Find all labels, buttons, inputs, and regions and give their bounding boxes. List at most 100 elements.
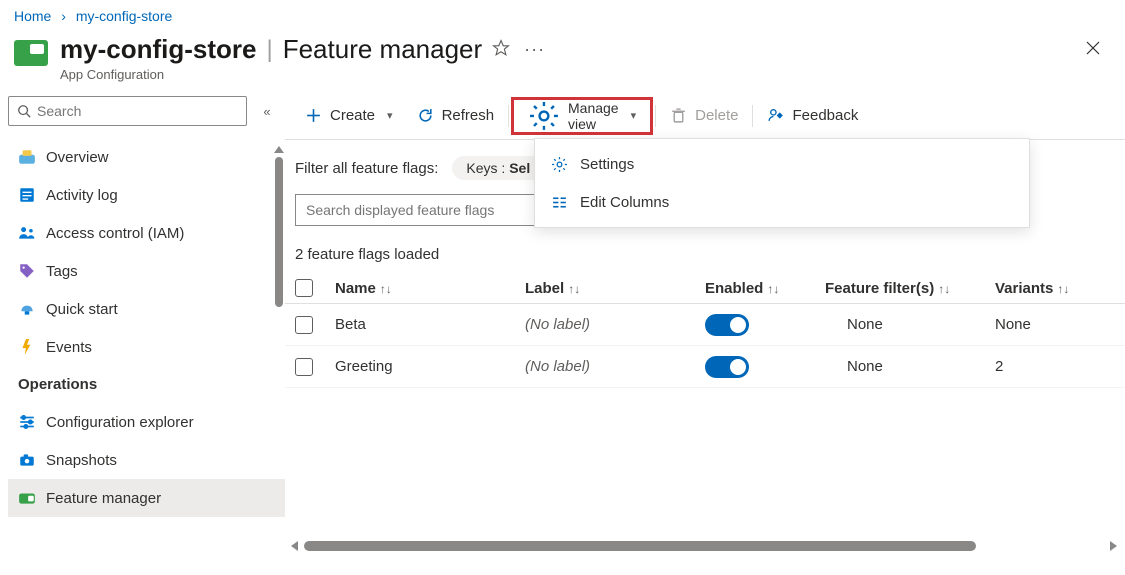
row-filters: None: [825, 358, 995, 375]
collapse-sidebar-icon[interactable]: «: [255, 104, 279, 119]
scroll-right-icon[interactable]: [1110, 541, 1117, 551]
loaded-count-text: 2 feature flags loaded: [285, 232, 1125, 273]
sidebar-item-activity-log[interactable]: Activity log: [8, 176, 285, 214]
filter-pill-key: Keys :: [466, 160, 509, 176]
sidebar-item-access-control[interactable]: Access control (IAM): [8, 214, 285, 252]
filter-pill-keys[interactable]: Keys : Sel: [452, 156, 544, 180]
dropdown-settings-label: Settings: [580, 156, 634, 173]
dropdown-item-edit-columns[interactable]: Edit Columns: [535, 183, 1029, 221]
feedback-label: Feedback: [792, 107, 858, 124]
grid-header-row: Name↑↓ Label↑↓ Enabled↑↓ Feature filter(…: [285, 273, 1125, 304]
scroll-up-icon[interactable]: [274, 146, 284, 153]
camera-icon: [18, 451, 36, 469]
favorite-star-icon[interactable]: [492, 39, 510, 60]
events-icon: [18, 338, 36, 356]
create-button[interactable]: Create ▾: [293, 98, 405, 134]
sidebar-item-label: Activity log: [46, 187, 118, 204]
sidebar-item-label: Feature manager: [46, 490, 161, 507]
main-content: Create ▾ Refresh Manage view ▾ Delete F: [285, 92, 1125, 557]
sidebar-item-overview[interactable]: Overview: [8, 138, 285, 176]
sliders-icon: [18, 413, 36, 431]
breadcrumb-current[interactable]: my-config-store: [76, 8, 172, 24]
filter-label: Filter all feature flags:: [295, 160, 438, 177]
app-configuration-icon: [14, 40, 48, 66]
sidebar-item-tags[interactable]: Tags: [8, 252, 285, 290]
sidebar: « Overview Activity log Access control (…: [0, 92, 285, 557]
chevron-down-icon: ▾: [631, 109, 637, 122]
feedback-button[interactable]: Feedback: [755, 98, 870, 134]
access-control-icon: [18, 224, 36, 242]
sidebar-search-input[interactable]: [37, 103, 238, 119]
sidebar-section-operations: Operations: [8, 366, 285, 399]
row-checkbox[interactable]: [295, 358, 313, 376]
filter-pill-value: Sel: [509, 160, 530, 176]
resource-name: my-config-store: [60, 34, 256, 65]
scrollbar-thumb[interactable]: [275, 157, 283, 307]
enabled-toggle[interactable]: [705, 314, 749, 336]
sidebar-item-label: Access control (IAM): [46, 225, 184, 242]
column-header-variants[interactable]: Variants↑↓: [995, 280, 1095, 297]
row-filters: None: [825, 316, 995, 333]
column-header-name[interactable]: Name↑↓: [335, 280, 525, 297]
grid-row[interactable]: Beta (No label) None None: [285, 304, 1125, 346]
search-icon: [17, 104, 31, 118]
sort-icon: ↑↓: [767, 282, 779, 296]
plus-icon: [305, 107, 322, 124]
column-header-filters[interactable]: Feature filter(s)↑↓: [825, 280, 995, 297]
feedback-icon: [767, 107, 784, 124]
close-panel-button[interactable]: [1075, 34, 1111, 65]
column-header-label[interactable]: Label↑↓: [525, 280, 705, 297]
refresh-label: Refresh: [442, 107, 495, 124]
breadcrumb-home[interactable]: Home: [14, 8, 51, 24]
toolbar-separator: [655, 105, 656, 127]
delete-label: Delete: [695, 107, 738, 124]
sidebar-item-config-explorer[interactable]: Configuration explorer: [8, 403, 285, 441]
select-all-checkbox[interactable]: [295, 279, 313, 297]
tags-icon: [18, 262, 36, 280]
manage-view-dropdown: Settings Edit Columns: [534, 138, 1030, 228]
activity-log-icon: [18, 186, 36, 204]
refresh-icon: [417, 107, 434, 124]
dropdown-edit-columns-label: Edit Columns: [580, 194, 669, 211]
sort-icon: ↑↓: [568, 282, 580, 296]
row-label: (No label): [525, 316, 705, 333]
sidebar-search[interactable]: [8, 96, 247, 126]
refresh-button[interactable]: Refresh: [405, 98, 507, 134]
sort-icon: ↑↓: [1057, 282, 1069, 296]
row-name: Greeting: [335, 358, 525, 375]
chevron-right-icon: ›: [61, 8, 66, 24]
row-variants: 2: [995, 358, 1095, 375]
dropdown-item-settings[interactable]: Settings: [535, 145, 1029, 183]
sort-icon: ↑↓: [938, 282, 950, 296]
sidebar-item-quick-start[interactable]: Quick start: [8, 290, 285, 328]
grid-row[interactable]: Greeting (No label) None 2: [285, 346, 1125, 388]
title-separator: |: [266, 36, 272, 64]
sort-icon: ↑↓: [380, 282, 392, 296]
manage-view-label: Manage view: [568, 100, 619, 132]
column-header-enabled[interactable]: Enabled↑↓: [705, 280, 825, 297]
sidebar-item-feature-manager[interactable]: Feature manager: [8, 479, 285, 517]
overview-icon: [18, 148, 36, 166]
horizontal-scrollbar[interactable]: [285, 539, 1119, 553]
row-checkbox[interactable]: [295, 316, 313, 334]
sidebar-item-label: Events: [46, 339, 92, 356]
manage-view-button[interactable]: Manage view ▾: [511, 97, 653, 135]
scroll-left-icon[interactable]: [291, 541, 298, 551]
row-variants: None: [995, 316, 1095, 333]
enabled-toggle[interactable]: [705, 356, 749, 378]
sidebar-item-snapshots[interactable]: Snapshots: [8, 441, 285, 479]
sidebar-item-events[interactable]: Events: [8, 328, 285, 366]
scrollbar-thumb[interactable]: [304, 541, 976, 551]
sidebar-scrollbar[interactable]: [273, 146, 285, 526]
page-header: my-config-store | Feature manager ··· Ap…: [0, 28, 1125, 92]
sidebar-item-label: Tags: [46, 263, 78, 280]
gear-icon: [551, 156, 568, 173]
sidebar-item-label: Overview: [46, 149, 109, 166]
quick-start-icon: [18, 300, 36, 318]
toolbar-separator: [508, 105, 509, 127]
delete-button: Delete: [658, 98, 750, 134]
chevron-down-icon: ▾: [387, 109, 393, 122]
scrollbar-track[interactable]: [304, 541, 1104, 551]
more-actions-icon[interactable]: ···: [524, 39, 545, 60]
toolbar: Create ▾ Refresh Manage view ▾ Delete F: [285, 92, 1125, 140]
